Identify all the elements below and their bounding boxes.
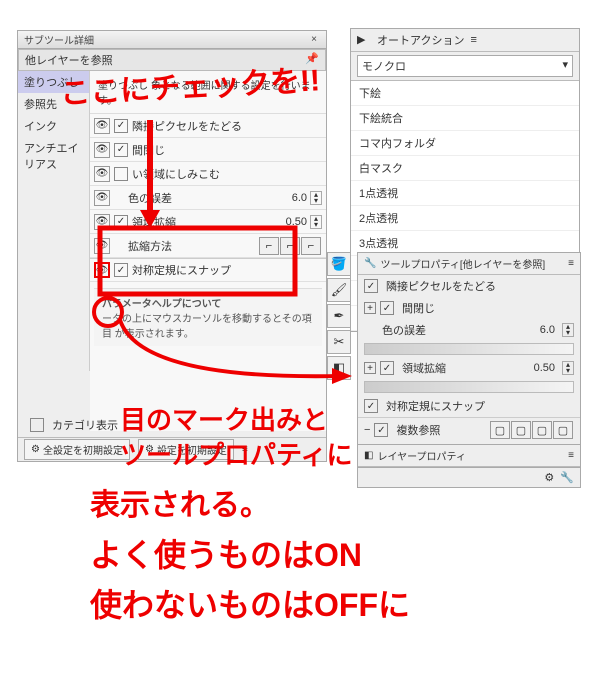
- annotation-4: 表示される。: [90, 480, 270, 524]
- annotation-6: 使わないものはOFFに: [90, 580, 410, 626]
- checkbox[interactable]: ✓: [114, 215, 128, 229]
- subtool-footer: ⚙全設定を初期設定 ⚙設定を初期設定 ≡: [18, 437, 326, 461]
- row-expandmethod: 👁 拡縮方法 ⌐⌐⌐: [90, 234, 326, 258]
- subtool-detail-panel: サブツール詳細 × 他レイヤーを参照 📌 塗りつぶし 参照先 インク アンチエイ…: [17, 30, 327, 462]
- category-fill[interactable]: 塗りつぶし: [18, 71, 89, 93]
- row-gapclose: 👁 ✓ 間閉じ: [90, 138, 326, 162]
- checkbox[interactable]: ✓: [364, 279, 378, 293]
- spinner[interactable]: ▴▾: [310, 215, 322, 229]
- reset-all-button[interactable]: ⚙全設定を初期設定: [24, 439, 130, 460]
- expand-icon[interactable]: +: [364, 362, 376, 374]
- desc-text: 塗りつぶし 象となる範囲に関する設定を行います。: [90, 71, 326, 114]
- aa-item[interactable]: 下絵: [351, 81, 579, 106]
- row-colormargin: 👁 色の誤差 6.0 ▴▾: [90, 186, 326, 210]
- play-icon[interactable]: ▶: [357, 33, 371, 47]
- slider[interactable]: [364, 381, 574, 393]
- layer-icon: ◧: [364, 450, 373, 461]
- wrench-icon[interactable]: 🔧: [560, 471, 574, 484]
- eye-icon[interactable]: 👁: [94, 190, 110, 206]
- close-icon[interactable]: ×: [308, 34, 320, 46]
- eraser-icon[interactable]: ◧: [327, 356, 351, 380]
- spinner[interactable]: ▴▾: [562, 361, 574, 375]
- category-aa[interactable]: アンチエイリアス: [18, 137, 89, 175]
- category-ref[interactable]: 参照先: [18, 93, 89, 115]
- wrench-icon[interactable]: 🔧: [364, 258, 376, 269]
- subtool-title: サブツール詳細: [24, 32, 94, 47]
- expand-icon[interactable]: +: [364, 302, 376, 314]
- gear-icon: ⚙: [31, 444, 40, 455]
- spinner[interactable]: ▴▾: [310, 191, 322, 205]
- checkbox[interactable]: ✓: [380, 361, 394, 375]
- pen-icon[interactable]: ✒: [327, 304, 351, 328]
- eye-icon[interactable]: 👁: [94, 118, 110, 134]
- checkbox[interactable]: ✓: [114, 119, 128, 133]
- eye-icon[interactable]: 👁: [94, 214, 110, 230]
- brush-icon[interactable]: 🖌: [327, 278, 351, 302]
- gear-icon[interactable]: ⚙: [544, 471, 554, 484]
- knife-icon[interactable]: ✂: [327, 330, 351, 354]
- toolprop-title: ツールプロパティ[他レイヤーを参照]: [380, 256, 564, 271]
- preset-select[interactable]: モノクロ▾: [357, 55, 573, 77]
- menu-icon[interactable]: ≡: [568, 258, 574, 269]
- eye-icon-highlighted[interactable]: 👁: [94, 262, 110, 278]
- annotation-5: よく使うものはON: [90, 530, 362, 576]
- spinner[interactable]: ▴▾: [562, 323, 574, 337]
- slider[interactable]: [364, 343, 574, 355]
- row-expand: 👁 ✓ 領域拡縮 0.50 ▴▾: [90, 210, 326, 234]
- aa-item[interactable]: 白マスク: [351, 156, 579, 181]
- category-list[interactable]: 塗りつぶし 参照先 インク アンチエイリアス: [18, 71, 90, 371]
- aa-item[interactable]: コマ内フォルダ: [351, 131, 579, 156]
- aa-item[interactable]: 1点透視: [351, 181, 579, 206]
- checkbox[interactable]: ✓: [114, 263, 128, 277]
- row-adjacent: 👁 ✓ 隣接ピクセルをたどる: [90, 114, 326, 138]
- subtool-header: 他レイヤーを参照 📌: [18, 49, 326, 71]
- subtool-titlebar: サブツール詳細 ×: [18, 31, 326, 49]
- checkbox[interactable]: [114, 167, 128, 181]
- bucket-icon[interactable]: 🪣: [327, 252, 351, 276]
- ref-buttons[interactable]: ▢▢▢▢: [490, 421, 574, 439]
- pin-icon[interactable]: 📌: [305, 52, 319, 65]
- eye-icon[interactable]: 👁: [94, 238, 110, 254]
- menu-icon[interactable]: ≡: [470, 34, 476, 46]
- autoaction-label: オートアクション: [377, 32, 464, 48]
- checkbox[interactable]: [30, 418, 44, 432]
- row-snap: 👁 ✓ 対称定規にスナップ: [90, 258, 326, 282]
- checkbox[interactable]: ✓: [364, 399, 378, 413]
- checkbox[interactable]: ✓: [114, 143, 128, 157]
- checkbox[interactable]: ✓: [374, 423, 388, 437]
- eye-icon[interactable]: 👁: [94, 166, 110, 182]
- chevron-down-icon: ▾: [562, 58, 568, 74]
- aa-item[interactable]: 2点透視: [351, 206, 579, 231]
- show-category-label: カテゴリ表示: [52, 417, 118, 433]
- row-gapclose2: 👁 い領域にしみこむ: [90, 162, 326, 186]
- layer-property-panel: ◧ レイヤープロパティ ≡: [357, 444, 581, 468]
- menu-icon[interactable]: ≡: [568, 450, 574, 461]
- gear-icon: ⚙: [145, 444, 154, 455]
- checkbox[interactable]: ✓: [380, 301, 394, 315]
- method-buttons[interactable]: ⌐⌐⌐: [259, 237, 322, 255]
- category-ink[interactable]: インク: [18, 115, 89, 137]
- reset-set-button[interactable]: ⚙設定を初期設定: [138, 439, 234, 460]
- param-help: パラメータヘルプについて ータの上にマウスカーソルを移動するとその項目 が表示さ…: [94, 288, 322, 346]
- eye-icon[interactable]: 👁: [94, 142, 110, 158]
- tool-column: 🪣 🖌 ✒ ✂ ◧: [327, 252, 355, 380]
- menu-icon[interactable]: ≡: [242, 444, 248, 455]
- aa-item[interactable]: 下絵統合: [351, 106, 579, 131]
